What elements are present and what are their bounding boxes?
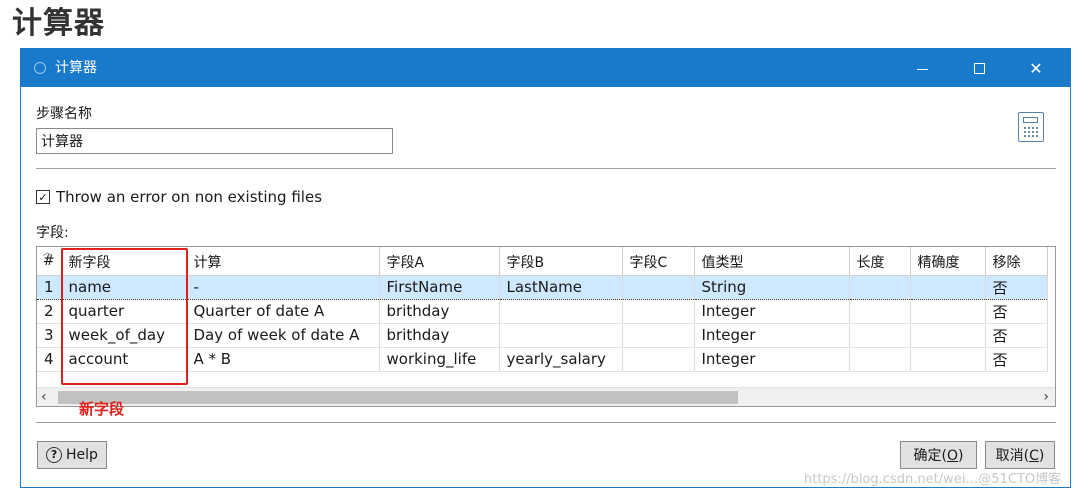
window-title: 计算器 bbox=[55, 60, 97, 76]
column-header-length[interactable]: 长度 bbox=[849, 247, 911, 276]
cell-field-a[interactable]: brithday bbox=[379, 299, 500, 324]
column-header-value-type[interactable]: 值类型 bbox=[694, 247, 850, 276]
column-header-calculation[interactable]: 计算 bbox=[186, 247, 380, 276]
cell-field-c[interactable] bbox=[622, 274, 695, 300]
cell-precision[interactable] bbox=[910, 274, 986, 300]
cell-value-type[interactable]: Integer bbox=[694, 347, 850, 372]
cell-remove[interactable]: 否 bbox=[985, 347, 1048, 372]
cell-calculation[interactable]: - bbox=[186, 274, 380, 300]
ok-label: 确定(O) bbox=[913, 448, 964, 464]
column-header-field-b[interactable]: 字段B bbox=[499, 247, 623, 276]
divider bbox=[36, 422, 1056, 423]
cell-calculation[interactable]: Quarter of date A bbox=[186, 299, 380, 324]
minimize-icon bbox=[916, 68, 928, 70]
page-heading: 计算器 bbox=[12, 6, 105, 41]
cell-remove[interactable]: 否 bbox=[985, 323, 1048, 348]
calculator-icon bbox=[1018, 112, 1044, 142]
column-header-field-a[interactable]: 字段A bbox=[379, 247, 500, 276]
step-name-input[interactable] bbox=[36, 128, 393, 154]
table-row[interactable]: 3 week_of_day Day of week of date A brit… bbox=[37, 323, 1048, 348]
cell-field-b[interactable] bbox=[499, 299, 623, 324]
cell-precision[interactable] bbox=[910, 299, 986, 324]
cell-field-a[interactable]: FirstName bbox=[379, 274, 500, 300]
cell-field-c[interactable] bbox=[622, 323, 695, 348]
step-name-label: 步骤名称 bbox=[36, 106, 92, 122]
fields-label: 字段: bbox=[36, 225, 69, 241]
column-header-new-field[interactable]: 新字段 bbox=[61, 247, 187, 276]
calculator-dialog: 计算器 ✕ 步骤名称 ✓ Throw an error on non exist… bbox=[20, 48, 1071, 488]
minimize-button[interactable] bbox=[894, 49, 950, 87]
fields-grid: ︿ # 新字段 计算 字段A 字段B 字段C 值类型 长度 精确度 移除 1 na… bbox=[37, 247, 1048, 372]
table-row[interactable]: 2 quarter Quarter of date A brithday Int… bbox=[37, 299, 1048, 324]
cell-calculation[interactable]: A * B bbox=[186, 347, 380, 372]
cell-field-b[interactable]: yearly_salary bbox=[499, 347, 623, 372]
cell-calculation[interactable]: Day of week of date A bbox=[186, 323, 380, 348]
close-button[interactable]: ✕ bbox=[1008, 49, 1064, 87]
throw-error-label: Throw an error on non existing files bbox=[56, 188, 323, 206]
cancel-button[interactable]: 取消(C) bbox=[985, 441, 1055, 469]
horizontal-scrollbar[interactable]: ‹ › bbox=[37, 387, 1055, 406]
throw-error-option[interactable]: ✓ Throw an error on non existing files bbox=[36, 188, 322, 206]
help-button[interactable]: ? Help bbox=[37, 441, 107, 469]
help-label: Help bbox=[66, 447, 98, 463]
divider bbox=[36, 168, 1056, 169]
column-header-precision[interactable]: 精确度 bbox=[910, 247, 986, 276]
cell-field-a[interactable]: brithday bbox=[379, 323, 500, 348]
cell-new-field[interactable]: quarter bbox=[61, 299, 187, 324]
cell-field-b[interactable] bbox=[499, 323, 623, 348]
cell-value-type[interactable]: Integer bbox=[694, 323, 850, 348]
watermark: https://blog.csdn.net/wei…@51CTO博客 bbox=[804, 472, 1062, 487]
cell-length[interactable] bbox=[849, 299, 911, 324]
cell-remove[interactable]: 否 bbox=[985, 274, 1048, 300]
highlight-caption: 新字段 bbox=[79, 400, 125, 418]
cell-new-field[interactable]: account bbox=[61, 347, 187, 372]
column-header-field-c[interactable]: 字段C bbox=[622, 247, 695, 276]
cell-length[interactable] bbox=[849, 274, 911, 300]
scroll-left-icon[interactable]: ‹ bbox=[41, 388, 47, 406]
column-header-index[interactable]: ︿ # bbox=[37, 247, 62, 276]
table-row[interactable]: 4 account A * B working_life yearly_sala… bbox=[37, 347, 1048, 372]
column-header-remove[interactable]: 移除 bbox=[985, 247, 1048, 276]
sort-arrow-icon: ︿ bbox=[43, 248, 53, 258]
cell-precision[interactable] bbox=[910, 347, 986, 372]
cell-field-c[interactable] bbox=[622, 299, 695, 324]
row-index: 1 bbox=[37, 274, 62, 300]
help-icon: ? bbox=[46, 447, 63, 463]
cell-field-c[interactable] bbox=[622, 347, 695, 372]
cell-new-field[interactable]: name bbox=[61, 274, 187, 300]
table-row[interactable]: 1 name - FirstName LastName String 否 bbox=[37, 274, 1048, 300]
throw-error-checkbox[interactable]: ✓ bbox=[36, 190, 50, 204]
cancel-label: 取消(C) bbox=[995, 448, 1045, 464]
cell-field-a[interactable]: working_life bbox=[379, 347, 500, 372]
cell-new-field[interactable]: week_of_day bbox=[61, 323, 187, 348]
cell-field-b[interactable]: LastName bbox=[499, 274, 623, 300]
cell-precision[interactable] bbox=[910, 323, 986, 348]
fields-table: ︿ # 新字段 计算 字段A 字段B 字段C 值类型 长度 精确度 移除 1 na… bbox=[36, 246, 1056, 407]
cell-value-type[interactable]: String bbox=[694, 274, 850, 300]
maximize-button[interactable] bbox=[951, 49, 1007, 87]
cell-remove[interactable]: 否 bbox=[985, 299, 1048, 324]
cell-value-type[interactable]: Integer bbox=[694, 299, 850, 324]
cell-length[interactable] bbox=[849, 323, 911, 348]
close-icon: ✕ bbox=[1029, 58, 1043, 78]
maximize-icon bbox=[973, 62, 985, 74]
table-header-row: ︿ # 新字段 计算 字段A 字段B 字段C 值类型 长度 精确度 移除 bbox=[37, 247, 1048, 276]
scrollbar-thumb[interactable] bbox=[58, 391, 738, 404]
cell-length[interactable] bbox=[849, 347, 911, 372]
scroll-right-icon[interactable]: › bbox=[1043, 388, 1049, 406]
row-index: 4 bbox=[37, 347, 62, 372]
ok-button[interactable]: 确定(O) bbox=[900, 441, 977, 469]
row-index: 3 bbox=[37, 323, 62, 348]
app-icon bbox=[34, 62, 46, 74]
title-bar[interactable]: 计算器 ✕ bbox=[21, 49, 1070, 87]
row-index: 2 bbox=[37, 299, 62, 324]
